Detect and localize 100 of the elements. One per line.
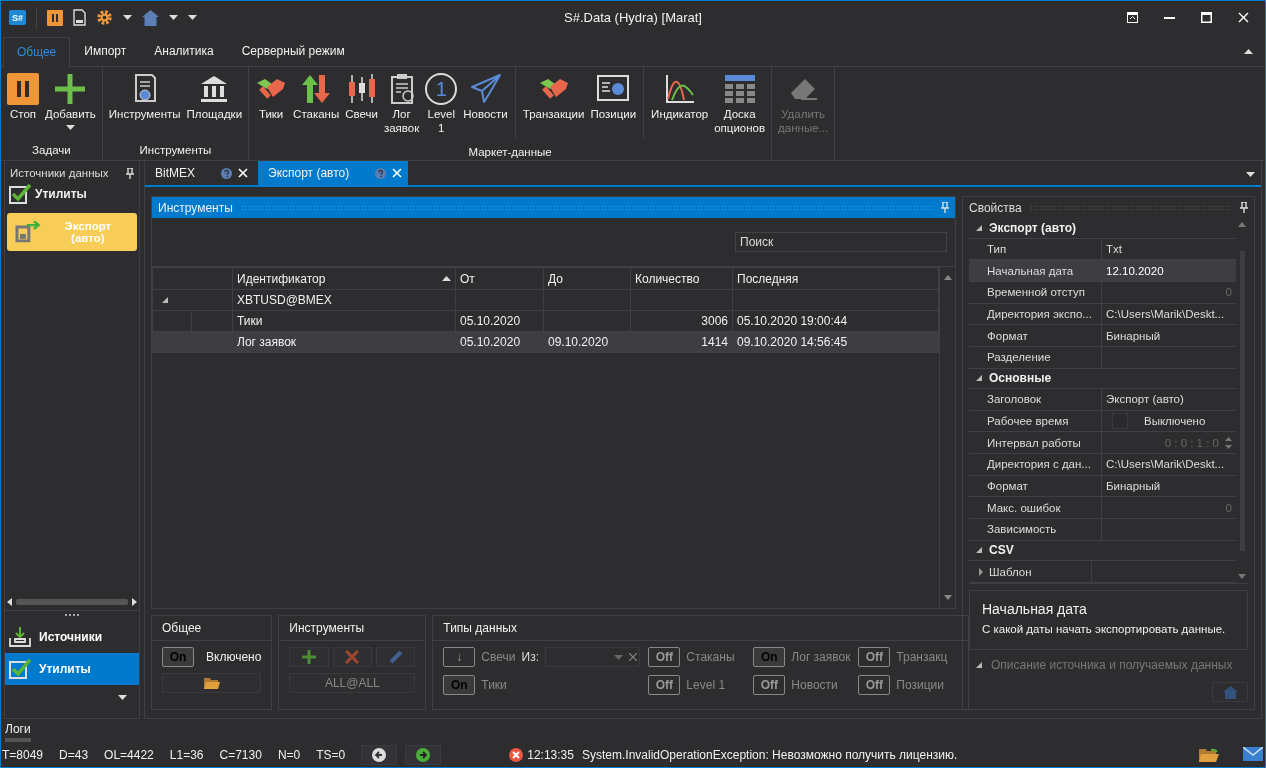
- ribbon-button[interactable]: Индикатор: [648, 71, 712, 124]
- toggle-switch[interactable]: Off: [753, 675, 786, 695]
- expander-icon[interactable]: [975, 546, 983, 555]
- status-counter: C=7130: [219, 747, 262, 762]
- property-name[interactable]: Тип: [987, 242, 1007, 255]
- ribbon-button[interactable]: Добавить: [42, 71, 99, 132]
- ribbon-button[interactable]: Стаканы: [290, 71, 343, 124]
- customize-caret-icon[interactable]: [188, 15, 197, 20]
- collapse-ribbon-icon[interactable]: [1244, 49, 1253, 54]
- ribbon-tab[interactable]: Импорт: [70, 36, 141, 66]
- search-field[interactable]: Поиск: [735, 232, 947, 252]
- ribbon-button[interactable]: Инструменты: [105, 71, 184, 124]
- ribbon-tab[interactable]: Общее: [3, 37, 71, 67]
- column-header[interactable]: До: [543, 267, 631, 290]
- caret-icon[interactable]: [65, 124, 75, 130]
- caret-icon[interactable]: [123, 15, 132, 20]
- toggle-switch[interactable]: Off: [648, 675, 681, 695]
- property-name[interactable]: Формат: [987, 329, 1028, 342]
- all-instruments-button[interactable]: ALL@ALL: [289, 673, 416, 693]
- property-name[interactable]: Директория экспо...: [987, 307, 1092, 320]
- ribbon-button[interactable]: Новости: [460, 71, 511, 124]
- ribbon-button[interactable]: Доска опционов: [711, 71, 769, 138]
- ribbon-button[interactable]: Стоп: [4, 71, 42, 124]
- log-message: System.InvalidOperationException: Невозможно получить лицензию.: [581, 747, 958, 762]
- up-down-arrows-icon: [300, 73, 333, 105]
- splitter-grip[interactable]: [65, 614, 79, 618]
- close-icon[interactable]: [1238, 12, 1249, 23]
- property-name[interactable]: Формат: [987, 480, 1028, 493]
- toggle-switch[interactable]: Off: [648, 647, 681, 667]
- expander-icon[interactable]: [161, 296, 169, 304]
- property-value[interactable]: Txt: [1106, 242, 1122, 255]
- checkbox[interactable]: [1112, 413, 1128, 430]
- ribbon-tab[interactable]: Серверный режим: [227, 36, 359, 66]
- scroll-down-icon[interactable]: [1238, 574, 1246, 579]
- pause-icon[interactable]: [47, 9, 63, 26]
- property-name[interactable]: Временной отступ: [987, 286, 1085, 299]
- property-value[interactable]: Экспорт (авто): [1106, 393, 1184, 406]
- column-header[interactable]: Последняя: [732, 267, 939, 290]
- scroll-down-icon[interactable]: [943, 595, 952, 600]
- ribbon-button[interactable]: Позиции: [587, 71, 640, 124]
- close-icon[interactable]: [238, 168, 248, 178]
- more-caret-icon[interactable]: [118, 695, 127, 700]
- folder-icon[interactable]: [1199, 746, 1219, 763]
- house-icon[interactable]: [142, 9, 159, 26]
- document-tab[interactable]: BitMEX: [155, 166, 195, 180]
- restore-window-icon[interactable]: [1127, 12, 1138, 23]
- scroll-up-icon[interactable]: [943, 275, 952, 280]
- property-value[interactable]: 12.10.2020: [1106, 264, 1164, 277]
- property-value[interactable]: Бинарный: [1106, 329, 1161, 342]
- ribbon-button[interactable]: Тики: [252, 71, 291, 124]
- help-icon[interactable]: [221, 167, 232, 179]
- caret-icon[interactable]: [169, 15, 178, 20]
- mail-icon[interactable]: [1243, 746, 1263, 761]
- property-name[interactable]: Начальная дата: [987, 264, 1074, 277]
- ribbon-tab[interactable]: Аналитика: [140, 36, 228, 66]
- expander-icon[interactable]: [977, 567, 985, 576]
- ribbon-button[interactable]: 1 Level 1: [422, 71, 461, 138]
- scroll-right-icon[interactable]: [132, 598, 137, 606]
- scroll-left-icon[interactable]: [7, 598, 12, 606]
- property-name[interactable]: Рабочее время: [987, 415, 1069, 428]
- toggle-switch[interactable]: Off: [858, 675, 891, 695]
- property-name[interactable]: Разделение: [987, 351, 1051, 364]
- pin-icon[interactable]: [1240, 202, 1248, 213]
- add-button[interactable]: [289, 647, 329, 667]
- property-name[interactable]: Макс. ошибок: [987, 501, 1061, 514]
- property-name[interactable]: Шаблон: [989, 565, 1032, 578]
- expander-icon[interactable]: [975, 223, 983, 232]
- nav-item[interactable]: Утилиты: [5, 653, 139, 685]
- column-header[interactable]: От: [455, 267, 544, 290]
- pin-icon[interactable]: [126, 167, 134, 179]
- nav-item[interactable]: Источники: [5, 621, 139, 653]
- collapse-caret-icon[interactable]: [975, 661, 983, 669]
- help-icon[interactable]: [375, 167, 387, 179]
- property-name[interactable]: Директория с дан...: [987, 458, 1091, 471]
- maximize-icon[interactable]: [1201, 12, 1212, 23]
- property-value[interactable]: C:\Users\Marik\Deskt...: [1106, 458, 1225, 471]
- toggle-switch[interactable]: ↓: [443, 647, 476, 667]
- scroll-up-icon[interactable]: [1238, 222, 1246, 227]
- back-button[interactable]: [361, 744, 398, 765]
- column-header[interactable]: Идентификатор: [232, 267, 456, 290]
- property-name[interactable]: Зависимость: [987, 523, 1057, 536]
- spinner-icon[interactable]: [1225, 436, 1232, 449]
- ribbon-button[interactable]: Транзакции: [519, 71, 588, 124]
- property-name[interactable]: Интервал работы: [987, 436, 1081, 449]
- tabs-menu-caret-icon[interactable]: [1246, 172, 1255, 177]
- property-name[interactable]: Заголовок: [987, 393, 1042, 406]
- open-folder-button[interactable]: [162, 673, 262, 693]
- forward-button[interactable]: [405, 744, 442, 765]
- ribbon-button[interactable]: Площадки: [183, 71, 246, 124]
- scrollbar-thumb[interactable]: [16, 599, 128, 605]
- toggle-switch[interactable]: Off: [858, 647, 891, 667]
- gear-icon[interactable]: [96, 9, 113, 26]
- property-value[interactable]: Бинарный: [1106, 480, 1161, 493]
- ribbon-button[interactable]: Свечи: [342, 71, 381, 124]
- minimize-icon[interactable]: [1164, 16, 1175, 19]
- expander-icon[interactable]: [975, 374, 983, 383]
- document-icon[interactable]: [73, 9, 86, 26]
- property-value[interactable]: C:\Users\Marik\Deskt...: [1106, 307, 1225, 320]
- ribbon-button[interactable]: Лог заявок: [380, 71, 423, 138]
- column-header[interactable]: Количество: [630, 267, 733, 290]
